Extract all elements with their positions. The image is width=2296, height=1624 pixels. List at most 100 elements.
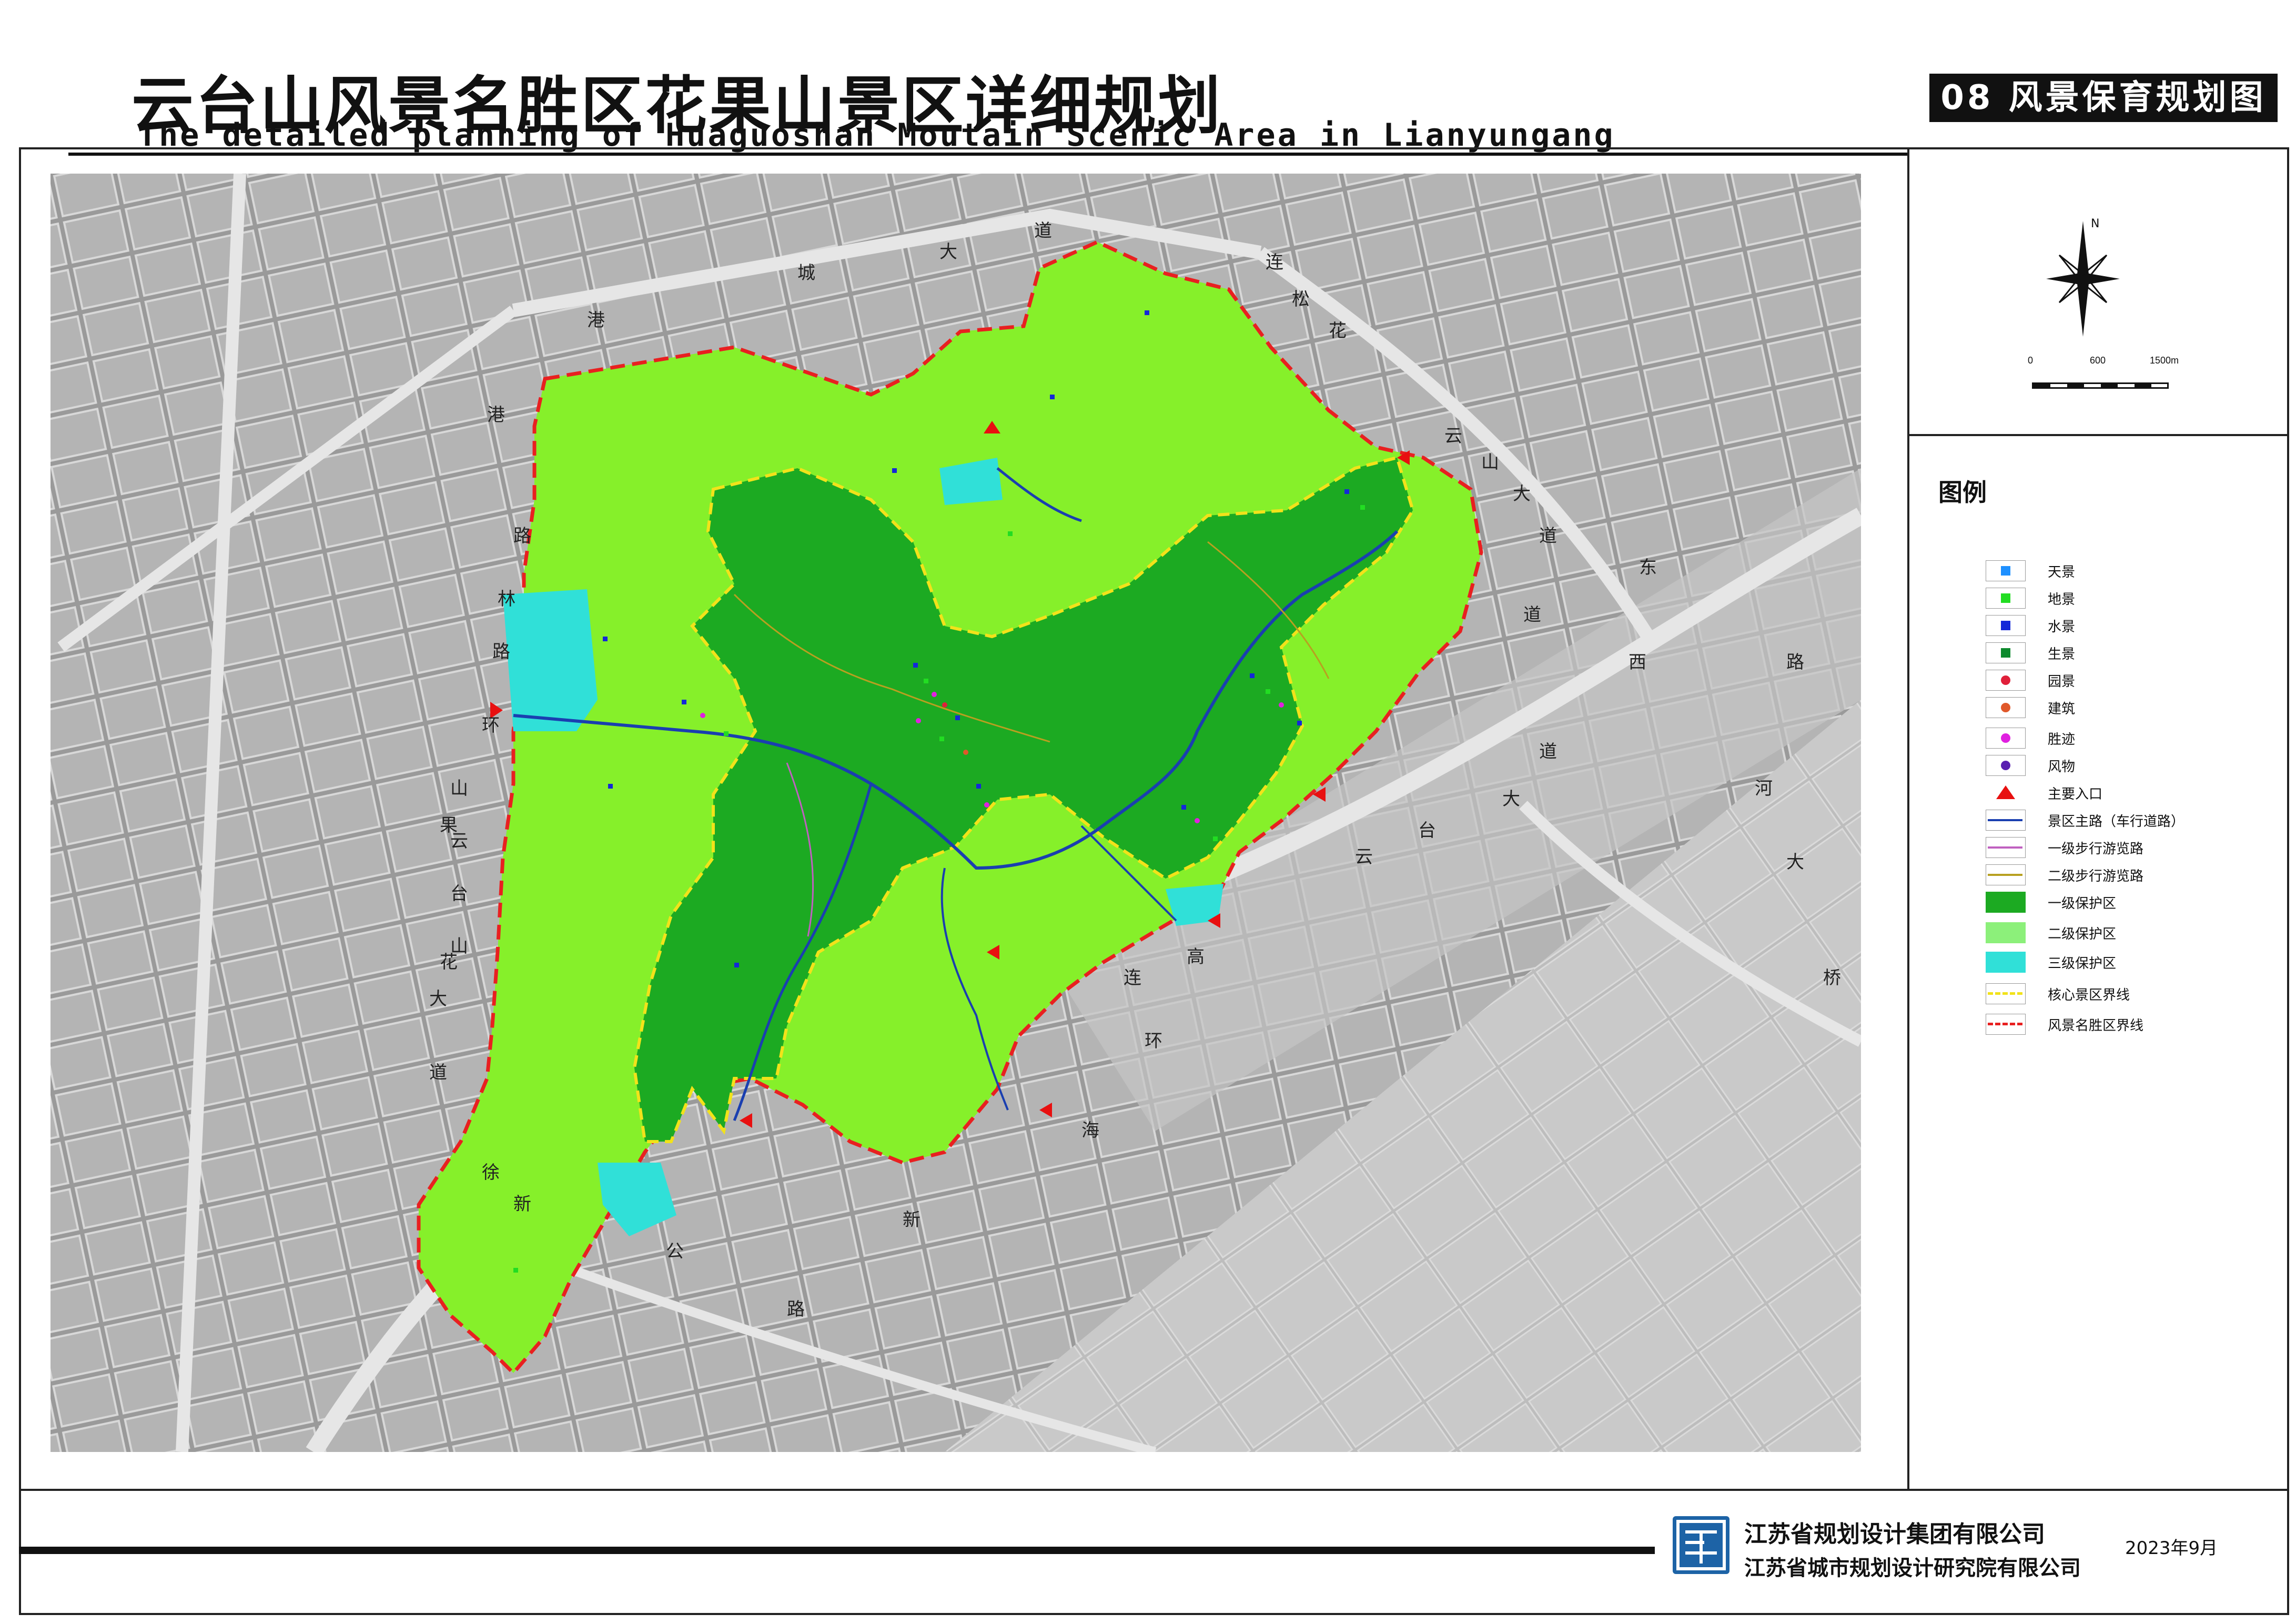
legend-item: 园景 [1986, 670, 2075, 691]
road-label: 环 [1145, 1031, 1162, 1052]
legend-item: 生景 [1986, 642, 2075, 663]
north-label: N [2091, 217, 2099, 230]
road-label: 港 [587, 310, 605, 331]
org-name-2: 江苏省城市规划设计研究院有限公司 [1744, 1556, 2081, 1580]
side-panel-divider [1907, 147, 1909, 1489]
road-label: 港 [487, 405, 505, 426]
legend-symbol-icon [1986, 782, 2026, 803]
legend-label: 天景 [2048, 564, 2076, 580]
road-label: 松 [1292, 289, 1310, 310]
road-label: 环 [482, 715, 500, 736]
road-label: 新 [513, 1194, 531, 1215]
legend-label: 胜迹 [2048, 731, 2076, 748]
legend-symbol-icon [1986, 755, 2026, 776]
road-label: 路 [787, 1299, 805, 1320]
road-label: 大 [939, 241, 957, 263]
company-logo-icon [1673, 1516, 1729, 1574]
scale-tick-600: 600 [2090, 355, 2106, 366]
legend-item: 建筑 [1986, 697, 2075, 718]
legend-item: 二级保护区 [1986, 922, 2116, 943]
legend-item: 风景名胜区界线 [1986, 1014, 2143, 1035]
legend-title: 图例 [1938, 478, 1987, 507]
legend-symbol-icon [1986, 952, 2026, 973]
road-label: 海 [1081, 1120, 1099, 1141]
legend-symbol-icon [1986, 864, 2026, 885]
road-label: 大 [1513, 483, 1531, 505]
road-label: 公 [666, 1241, 684, 1262]
footer-divider [19, 1489, 2289, 1491]
road-label: 花 [1329, 320, 1347, 341]
road-label: 林 [498, 589, 515, 610]
road-label: 路 [492, 641, 510, 662]
road-label: 河 [1755, 778, 1773, 799]
road-label: 果 [440, 815, 458, 836]
plan-date: 2023年9月 [2125, 1538, 2218, 1559]
legend-symbol-icon [1986, 837, 2026, 858]
road-label: 道 [429, 1062, 447, 1083]
legend-symbol-icon [1986, 983, 2026, 1004]
road-label: 东 [1639, 557, 1657, 578]
legend-symbol-icon [1986, 697, 2026, 718]
legend-label: 三级保护区 [2048, 955, 2117, 972]
legend-label: 二级保护区 [2048, 926, 2117, 942]
road-label: 连 [1266, 252, 1283, 273]
legend-item: 风物 [1986, 755, 2075, 776]
road-label: 山 [1481, 452, 1499, 473]
map-svg: 城 大 道 港 花 松 连 云 山 大 道 港 路 林 路 环 山 云 台 山 … [50, 174, 1861, 1452]
legend-item: 一级步行游览路 [1986, 837, 2143, 858]
zone-level-3-west[interactable] [503, 589, 598, 731]
footer-bar [19, 1547, 1655, 1554]
north-arrow-icon: N [2046, 217, 2120, 337]
road-label: 西 [1629, 652, 1646, 673]
road-label: 台 [450, 883, 468, 904]
road-label: 路 [1786, 652, 1804, 673]
legend-label: 主要入口 [2048, 786, 2103, 802]
scale-tick-0: 0 [2028, 355, 2034, 366]
legend-item: 景区主路（车行道路） [1986, 810, 2184, 831]
map-canvas[interactable]: 城 大 道 港 花 松 连 云 山 大 道 港 路 林 路 环 山 云 台 山 … [50, 174, 1861, 1452]
legend-label: 风物 [2048, 759, 2076, 775]
legend-label: 建筑 [2048, 701, 2076, 717]
legend-symbol-icon [1986, 615, 2026, 636]
legend-symbol-icon [1986, 1014, 2026, 1035]
legend-label: 园景 [2048, 673, 2076, 690]
road-label: 大 [1786, 852, 1804, 873]
legend-item: 核心景区界线 [1986, 983, 2130, 1004]
north-panel-divider [1907, 434, 2289, 436]
legend-symbol-icon [1986, 670, 2026, 691]
legend-item: 胜迹 [1986, 728, 2075, 749]
legend-symbol-icon [1986, 560, 2026, 581]
road-label: 道 [1539, 526, 1557, 547]
road-label: 连 [1124, 967, 1141, 988]
legend-label: 景区主路（车行道路） [2048, 813, 2185, 830]
legend-label: 一级保护区 [2048, 895, 2117, 912]
road-label: 山 [450, 778, 468, 799]
legend-symbol-icon [1986, 642, 2026, 663]
legend-item: 一级保护区 [1986, 892, 2116, 913]
road-label: 新 [903, 1209, 921, 1230]
org-name-1: 江苏省规划设计集团有限公司 [1744, 1521, 2045, 1548]
legend-label: 风景名胜区界线 [2048, 1017, 2144, 1034]
road-label: 徐 [482, 1162, 500, 1183]
road-label: 道 [1034, 220, 1052, 241]
road-label: 高 [1187, 946, 1205, 967]
legend-symbol-icon [1986, 728, 2026, 749]
legend-symbol-icon [1986, 588, 2026, 609]
road-label: 大 [429, 988, 447, 1010]
sheet-title-plate: 08 风景保育规划图 [1929, 74, 2278, 122]
road-label: 大 [1502, 789, 1520, 810]
road-label: 路 [513, 526, 531, 547]
legend-symbol-icon [1986, 922, 2026, 943]
legend-item: 天景 [1986, 560, 2075, 581]
legend-label: 生景 [2048, 646, 2076, 662]
legend-label: 一级步行游览路 [2048, 841, 2144, 857]
scale-tick-1500: 1500m [2150, 355, 2179, 366]
legend-item: 水景 [1986, 615, 2075, 636]
road-label: 桥 [1823, 967, 1841, 988]
legend-label: 地景 [2048, 591, 2076, 608]
road-label: 云 [1444, 426, 1462, 447]
legend-item: 主要入口 [1986, 782, 2102, 803]
road-label: 道 [1523, 604, 1541, 626]
legend-item: 地景 [1986, 588, 2075, 609]
road-label: 道 [1539, 741, 1557, 762]
